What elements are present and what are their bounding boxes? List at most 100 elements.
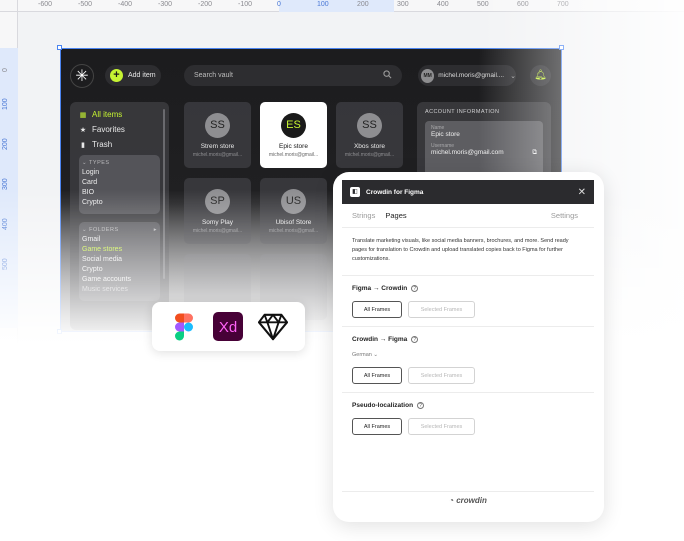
copy-icon[interactable]: ⧉ <box>532 149 537 157</box>
folder-item-game-stores[interactable]: Game stores <box>82 246 157 253</box>
type-item-crypto[interactable]: Crypto <box>82 199 157 206</box>
help-icon[interactable]: ? <box>411 285 419 292</box>
plugin-title: Crowdin for Figma <box>366 188 424 196</box>
footer-brand: crowdin <box>456 496 487 505</box>
tab-settings[interactable]: Settings <box>551 211 578 220</box>
vault-card-selected[interactable]: ES Epic store michel.moris@gmail... <box>260 102 327 168</box>
ruler-tick: -200 <box>198 1 213 8</box>
tab-pages[interactable]: Pages <box>385 211 406 220</box>
sketch-logo-icon <box>257 312 288 342</box>
language-select[interactable]: German ⌄ <box>352 352 584 358</box>
section-crowdin-to-figma: Crowdin → Figma ? German ⌄ All Frames Se… <box>342 327 594 393</box>
chevron-down-icon: ⌄ <box>82 160 90 166</box>
folders-group: ⌄ FOLDERS ▸ Gmail Game stores Social med… <box>79 222 160 301</box>
folder-item-gmail[interactable]: Gmail <box>82 236 157 243</box>
username-field[interactable]: michel.moris@gmail.com ⧉ <box>431 149 537 157</box>
tab-strings[interactable]: Strings <box>352 211 375 220</box>
account-heading: ACCOUNT INFORMATION <box>425 109 500 115</box>
ruler-tick: -300 <box>158 1 173 8</box>
vault-card[interactable]: SS Strem store michel.moris@gmail... <box>184 102 251 168</box>
folders-heading[interactable]: ⌄ FOLDERS ▸ <box>82 227 157 233</box>
ruler-tick: 500 <box>2 258 9 270</box>
app-logo-icon[interactable]: ✳ <box>70 64 94 88</box>
folder-item-game-accounts[interactable]: Game accounts <box>82 276 157 283</box>
ruler-tick: 700 <box>557 1 569 8</box>
account-details: Name Epic store Username michel.moris@gm… <box>425 121 543 177</box>
type-item-card[interactable]: Card <box>82 179 157 186</box>
all-frames-button[interactable]: All Frames <box>352 418 402 435</box>
avatar: SS <box>357 113 382 138</box>
plugin-tabs: Strings Pages Settings <box>342 204 594 228</box>
name-field[interactable]: Epic store <box>431 131 537 138</box>
vault-card[interactable]: US Ubisof Store michel.moris@gmail... <box>260 178 327 244</box>
user-menu[interactable]: MM michel.moris@gmail.... ⌄ <box>418 65 516 86</box>
sidebar-item-favorites[interactable]: ★ Favorites <box>79 125 160 134</box>
star-icon: ★ <box>79 126 87 134</box>
grid-icon: ▦ <box>79 111 87 119</box>
plus-icon: + <box>110 69 123 82</box>
plugin-description: Translate marketing visuals, like social… <box>342 228 594 276</box>
add-item-button[interactable]: + Add item <box>105 65 161 86</box>
user-email: michel.moris@gmail.... <box>438 72 505 79</box>
card-email: michel.moris@gmail... <box>268 152 319 158</box>
notification-bell-icon[interactable]: 🔔︎ <box>530 65 551 86</box>
folder-item-music-services[interactable]: Music services <box>82 286 157 293</box>
plugin-titlebar: ◧ Crowdin for Figma ✕ <box>342 180 594 204</box>
search-input[interactable]: Search vault <box>184 65 402 86</box>
design-tools-card: Xd <box>152 302 305 351</box>
ruler-corner <box>0 0 18 12</box>
ruler-tick: -100 <box>238 1 253 8</box>
ruler-tick: 200 <box>357 1 369 8</box>
footer-divider <box>342 491 594 492</box>
trash-icon: ▮ <box>81 141 85 149</box>
sidebar-scrollbar[interactable] <box>163 109 165 279</box>
type-item-login[interactable]: Login <box>82 169 157 176</box>
chevron-down-icon: ⌄ <box>510 72 516 80</box>
avatar: US <box>281 189 306 214</box>
username-value: michel.moris@gmail.com <box>431 149 504 156</box>
avatar: SS <box>205 113 230 138</box>
selection-handle[interactable] <box>57 45 62 50</box>
ruler-tick: 500 <box>477 1 489 8</box>
help-icon[interactable]: ? <box>417 402 425 409</box>
types-group: ⌄ TYPES Login Card BIO Crypto <box>79 155 160 214</box>
types-heading[interactable]: ⌄ TYPES <box>82 160 157 166</box>
section-title: Crowdin → Figma <box>352 336 408 343</box>
selected-frames-button[interactable]: Selected Frames <box>408 418 475 435</box>
all-frames-button[interactable]: All Frames <box>352 367 402 384</box>
selection-handle[interactable] <box>559 45 564 50</box>
ruler-tick: 600 <box>517 1 529 8</box>
section-title: Figma → Crowdin <box>352 285 408 292</box>
ruler-tick: 400 <box>437 1 449 8</box>
sidebar-item-trash[interactable]: ▮ Trash <box>79 140 160 149</box>
selected-frames-button[interactable]: Selected Frames <box>408 301 475 318</box>
name-value: Epic store <box>431 131 460 138</box>
section-title: Pseudo-localization <box>352 402 414 409</box>
sidebar-item-all-items[interactable]: ▦ All items <box>79 110 160 119</box>
crowdin-footer-logo: ◔ crowdin <box>342 496 594 505</box>
vault-card[interactable]: SP Somy Play michel.moris@gmail... <box>184 178 251 244</box>
ruler-tick: -600 <box>38 1 53 8</box>
ruler-tick: 100 <box>2 98 9 110</box>
card-email: michel.moris@gmail... <box>344 152 395 158</box>
selection-handle[interactable] <box>57 329 62 334</box>
ruler-tick: 300 <box>2 178 9 190</box>
selected-frames-button[interactable]: Selected Frames <box>408 367 475 384</box>
ruler-tick: 100 <box>317 1 329 8</box>
vault-card[interactable]: SS Xbos store michel.moris@gmail... <box>336 102 403 168</box>
card-name: Ubisof Store <box>275 219 312 226</box>
close-icon[interactable]: ✕ <box>578 187 586 198</box>
folder-item-crypto[interactable]: Crypto <box>82 266 157 273</box>
ruler-tick: 0 <box>277 1 281 8</box>
type-item-bio[interactable]: BIO <box>82 189 157 196</box>
folder-item-social-media[interactable]: Social media <box>82 256 157 263</box>
caret-right-icon: ▸ <box>153 227 157 233</box>
help-icon[interactable]: ? <box>411 336 419 343</box>
all-frames-button[interactable]: All Frames <box>352 301 402 318</box>
ruler-selection-x <box>279 0 394 12</box>
ruler-tick: -500 <box>78 1 93 8</box>
avatar: ES <box>281 113 306 138</box>
language-select-value: German <box>352 352 372 358</box>
sidebar: ▦ All items ★ Favorites ▮ Trash ⌄ TYPES … <box>70 102 169 330</box>
avatar: SP <box>205 189 230 214</box>
